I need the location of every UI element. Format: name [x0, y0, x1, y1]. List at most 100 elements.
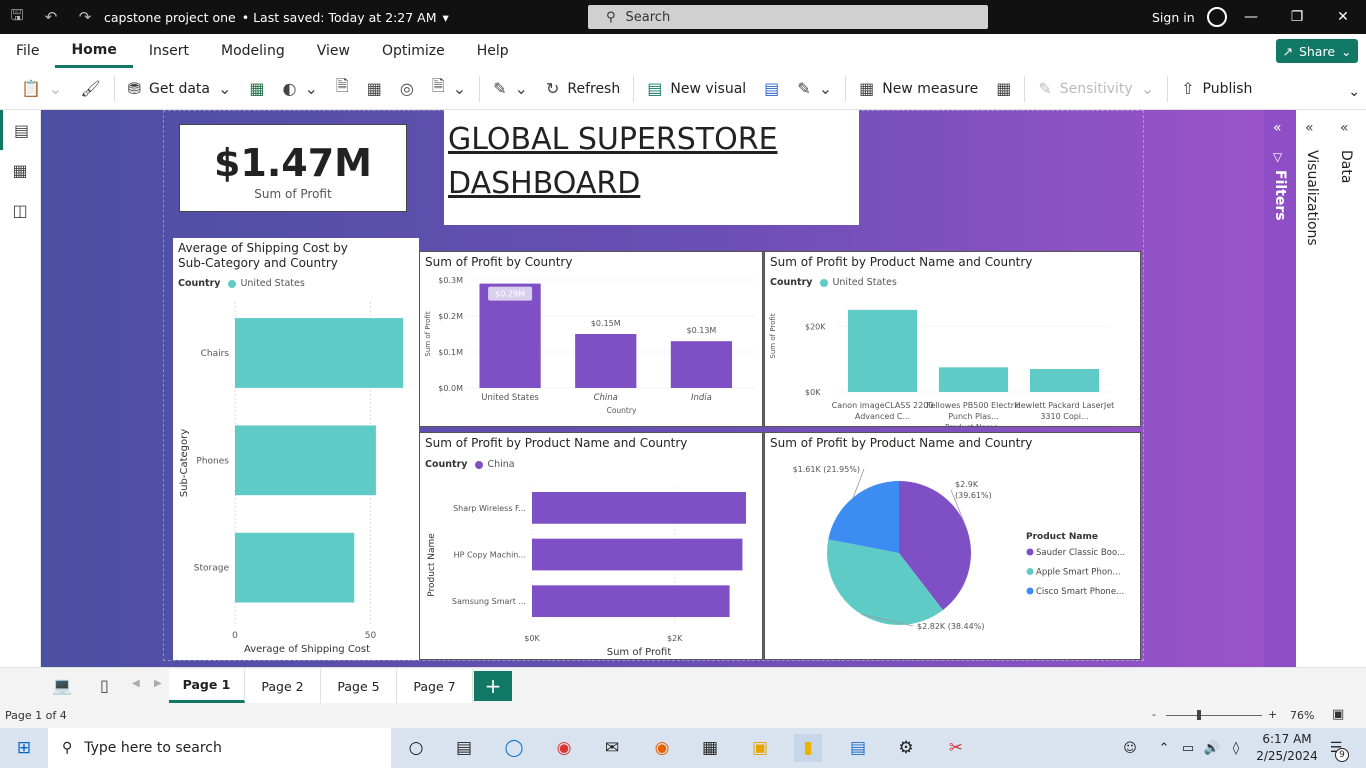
- app-icon[interactable]: ▤: [844, 734, 872, 762]
- zoom-level[interactable]: 76%: [1290, 709, 1314, 722]
- chrome-icon[interactable]: ◉: [550, 734, 578, 762]
- menu-insert[interactable]: Insert: [133, 34, 205, 68]
- visualizations-pane-label[interactable]: Visualizations: [1304, 150, 1320, 246]
- enter-data-button[interactable]: ▦: [358, 72, 391, 106]
- close-icon[interactable]: ✕: [1320, 0, 1366, 34]
- new-visual-button[interactable]: ▤ New visual: [638, 72, 755, 106]
- sensitivity-button[interactable]: ✎ Sensitivity ⌄: [1029, 72, 1163, 106]
- edge-icon[interactable]: ◯: [500, 734, 528, 762]
- refresh-button[interactable]: ↻ Refresh: [537, 72, 629, 106]
- chevron-down-icon[interactable]: ▾: [443, 10, 449, 25]
- windows-start-icon[interactable]: ⊞: [10, 734, 38, 762]
- file-explorer-icon[interactable]: ▣: [746, 734, 774, 762]
- scroll-right-icon[interactable]: ▶: [154, 678, 162, 689]
- clock[interactable]: 6:17 AM 2/25/2024: [1252, 731, 1322, 765]
- dashboard-title-line1: GLOBAL SUPERSTORE: [448, 122, 778, 157]
- transform-data-button[interactable]: ✎ ⌄: [484, 72, 537, 106]
- add-page-button[interactable]: +: [474, 671, 512, 701]
- model-view-icon[interactable]: ◫: [0, 190, 40, 230]
- data-pane-label[interactable]: Data: [1338, 150, 1354, 183]
- recent-sources-button[interactable]: 🗎 ⌄: [423, 72, 475, 106]
- get-data-button[interactable]: ⛃ Get data ⌄: [119, 72, 241, 106]
- format-painter-button[interactable]: 🖌: [71, 72, 109, 106]
- legend-swatch: [1026, 548, 1034, 556]
- text-box-button[interactable]: ▤: [755, 72, 788, 106]
- profit-by-product-china-chart[interactable]: Sum of Profit by Product Name and Countr…: [419, 432, 763, 660]
- desktop-layout-icon[interactable]: 💻: [52, 676, 72, 695]
- save-icon[interactable]: 🖫: [0, 0, 34, 34]
- chevron-down-icon: ⌄: [818, 79, 833, 98]
- filters-pane-collapsed[interactable]: « ▽ Filters: [1264, 110, 1296, 667]
- onelake-button[interactable]: ◐ ⌄: [274, 72, 327, 106]
- legend-item: United States: [240, 278, 305, 289]
- paste-button[interactable]: 📋 ⌄: [12, 72, 71, 106]
- people-icon[interactable]: ☺: [1116, 734, 1144, 762]
- excel-button[interactable]: ▦: [240, 72, 273, 106]
- more-visuals-button[interactable]: ✎ ⌄: [788, 72, 841, 106]
- table-view-icon[interactable]: ▦: [0, 150, 40, 190]
- report-canvas[interactable]: $1.47M Sum of Profit GLOBAL SUPERSTORE D…: [41, 110, 1264, 667]
- sql-button[interactable]: 🗎: [327, 72, 358, 106]
- menu-modeling[interactable]: Modeling: [205, 34, 301, 68]
- search-box[interactable]: ⚲ Search: [588, 5, 988, 29]
- file-title[interactable]: capstone project one • Last saved: Today…: [104, 10, 449, 25]
- undo-icon[interactable]: ↶: [34, 0, 68, 34]
- zoom-thumb[interactable]: [1197, 710, 1201, 720]
- page-tab-7[interactable]: Page 7: [397, 669, 473, 703]
- page-tab-5[interactable]: Page 5: [321, 669, 397, 703]
- kpi-card[interactable]: $1.47M Sum of Profit: [179, 124, 407, 212]
- account-icon[interactable]: [1206, 7, 1227, 27]
- shipping-cost-chart[interactable]: Average of Shipping Cost by Sub-Category…: [173, 238, 419, 660]
- tick-label: Chairs: [201, 349, 230, 359]
- legend-item: China: [487, 459, 515, 470]
- menu-help[interactable]: Help: [461, 34, 525, 68]
- last-saved: • Last saved: Today at 2:27 AM: [241, 9, 437, 25]
- network-icon[interactable]: ◊: [1222, 734, 1250, 762]
- taskbar-search[interactable]: ⚲ Type here to search: [48, 728, 391, 768]
- publish-button[interactable]: ⇧ Publish: [1172, 72, 1261, 106]
- profit-by-country-chart[interactable]: Sum of Profit by Country $0.0M $0.1M $0.2M…: [419, 251, 763, 427]
- new-measure-button[interactable]: ▦ New measure: [850, 72, 987, 106]
- zoom-slider[interactable]: [1166, 715, 1262, 716]
- scroll-left-icon[interactable]: ◀: [132, 678, 140, 689]
- snipping-tool-icon[interactable]: ✂: [942, 734, 970, 762]
- divider: [479, 75, 481, 102]
- bar: [532, 538, 743, 571]
- tick-label: China: [594, 393, 618, 403]
- menu-view[interactable]: View: [301, 34, 366, 68]
- menu-optimize[interactable]: Optimize: [366, 34, 461, 68]
- firefox-icon[interactable]: ◉: [648, 734, 676, 762]
- profit-by-product-us-chart[interactable]: Sum of Profit by Product Name and Countr…: [764, 251, 1141, 427]
- redo-icon[interactable]: ↷: [68, 0, 102, 34]
- expand-visualizations-icon[interactable]: «: [1305, 120, 1314, 136]
- fit-to-page-icon[interactable]: ▣: [1332, 707, 1344, 722]
- power-bi-icon[interactable]: ▮: [794, 734, 822, 762]
- minimize-icon[interactable]: —: [1228, 0, 1274, 34]
- ribbon-collapse-button[interactable]: ⌄: [1342, 82, 1366, 102]
- zoom-out-icon[interactable]: -: [1152, 708, 1156, 721]
- excel-icon: ▦: [249, 79, 265, 98]
- task-view-icon[interactable]: ▤: [450, 734, 478, 762]
- dataverse-button[interactable]: ◎: [391, 72, 423, 106]
- cortana-icon[interactable]: ○: [402, 734, 430, 762]
- mail-icon[interactable]: ✉: [598, 734, 626, 762]
- mobile-layout-icon[interactable]: ▯: [100, 676, 109, 695]
- menu-home[interactable]: Home: [55, 34, 133, 68]
- menu-file[interactable]: File: [0, 34, 55, 68]
- page-tab-2[interactable]: Page 2: [245, 669, 321, 703]
- store-icon[interactable]: ▦: [696, 734, 724, 762]
- expand-data-icon[interactable]: «: [1340, 120, 1349, 136]
- expand-filters-icon[interactable]: «: [1273, 120, 1282, 136]
- settings-icon[interactable]: ⚙: [892, 734, 920, 762]
- maximize-icon[interactable]: ❐: [1274, 0, 1320, 34]
- dashboard-title-box[interactable]: GLOBAL SUPERSTORE DASHBOARD: [444, 110, 859, 225]
- profit-pie-chart[interactable]: Sum of Profit by Product Name and Countr…: [764, 432, 1141, 660]
- legend-swatch: [475, 460, 484, 469]
- quick-measure-button[interactable]: ▦: [987, 72, 1020, 106]
- sign-in[interactable]: Sign in: [1152, 0, 1227, 34]
- page-tab-1[interactable]: Page 1: [169, 669, 245, 703]
- report-view-icon[interactable]: ▤: [0, 110, 40, 150]
- share-button[interactable]: ↗ Share ⌄: [1276, 39, 1358, 63]
- transform-icon: ✎: [493, 79, 507, 98]
- zoom-in-icon[interactable]: +: [1268, 708, 1277, 721]
